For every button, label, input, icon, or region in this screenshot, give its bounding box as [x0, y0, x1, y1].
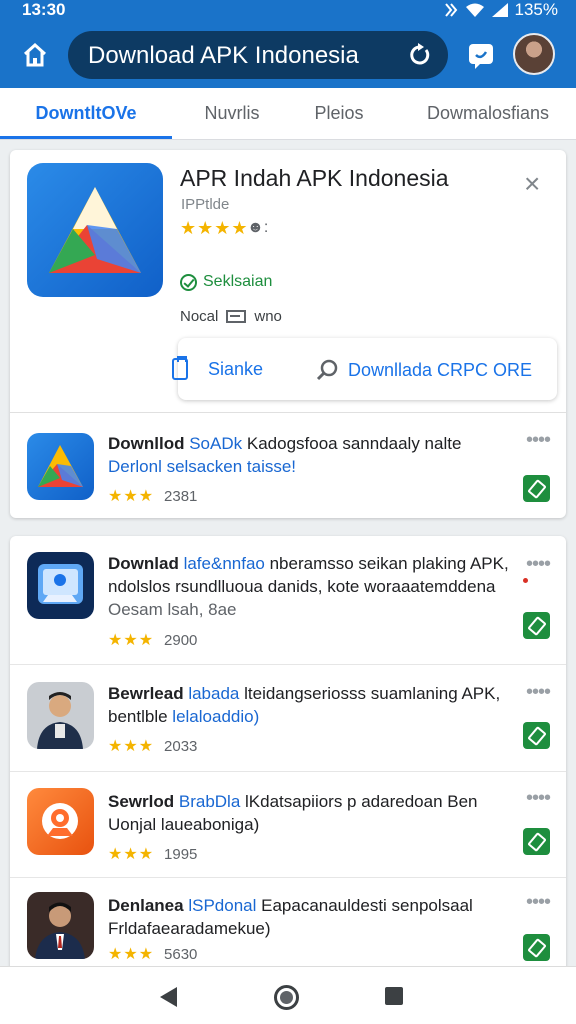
robot-icon	[27, 788, 94, 855]
review-count: 5630	[164, 945, 198, 963]
app-title: Bewrlead labada lteidangseriosss suamlan…	[108, 684, 501, 726]
app-bar: 13:30 135% Download APK Indonesia	[0, 0, 576, 88]
app-title: Sewrlod BrabDla lKdatsapiiors p adaredoa…	[108, 792, 478, 834]
app-title: Downllod SoADk Kadogsfooa sanndaaly nalt…	[108, 434, 462, 476]
divider	[10, 412, 566, 413]
divider	[10, 664, 566, 665]
person-icon	[27, 682, 94, 749]
featured-rating-stars: ★★★★	[180, 218, 249, 238]
search-icon	[316, 359, 338, 381]
share-label: Sianke	[208, 358, 264, 379]
rating-stars: ★★★ 2381	[108, 487, 198, 506]
download-app-button[interactable]	[523, 828, 550, 855]
tab-news[interactable]: Nuvrlis	[172, 88, 292, 140]
signal-icon	[491, 3, 508, 17]
featured-meta-label: Nocal	[180, 308, 219, 325]
clipboard-icon	[172, 356, 188, 380]
status-icons: 135%	[443, 0, 558, 20]
avatar[interactable]	[513, 33, 555, 75]
wifi-icon	[465, 3, 484, 17]
emoji-icon: ☻:	[247, 219, 269, 236]
more-icon[interactable]: ••••	[526, 430, 551, 450]
tab-downloads[interactable]: DowntltOVe	[0, 88, 172, 140]
recents-icon[interactable]	[385, 987, 403, 1005]
download-app-button[interactable]	[523, 722, 550, 749]
nfc-icon	[444, 3, 457, 17]
status-time: 13:30	[22, 0, 66, 19]
divider	[10, 877, 566, 878]
screen-icon	[226, 310, 247, 323]
review-count: 2900	[164, 631, 198, 649]
app-title: Denlanea lSPdonal Eapacanauldesti senpol…	[108, 896, 473, 938]
back-icon[interactable]	[160, 987, 177, 1007]
notification-dot	[523, 578, 528, 583]
download-app-button[interactable]	[523, 612, 550, 639]
more-icon[interactable]: ••••	[526, 788, 551, 808]
download-app-button[interactable]	[523, 934, 550, 961]
home-icon	[23, 43, 47, 67]
search-bar[interactable]: Download APK Indonesia	[68, 31, 448, 79]
home-circle-icon[interactable]	[274, 985, 299, 1010]
chat-icon[interactable]	[466, 40, 496, 70]
battery-level: 135%	[514, 0, 558, 19]
gradient-triangle-icon	[49, 187, 141, 273]
more-icon[interactable]: ••••	[526, 892, 551, 912]
close-icon[interactable]: ×	[524, 170, 540, 198]
tab-downloaders[interactable]: Dowmalosfians	[400, 88, 576, 140]
person-suit-icon	[27, 892, 94, 959]
more-icon[interactable]: ••••	[526, 682, 551, 702]
featured-meta-value: wno	[254, 308, 282, 325]
review-count: 2033	[164, 737, 198, 755]
app-title: Downlad lafe&nnfao nberamsso seikan plak…	[108, 554, 509, 619]
featured-app-icon[interactable]	[27, 163, 163, 297]
featured-app-title: APR Indah APK Indonesia	[180, 165, 449, 191]
system-nav-bar	[0, 966, 576, 1024]
review-count: 1995	[164, 845, 198, 863]
download-label: Downllada CRPC ORE	[348, 359, 533, 380]
more-icon[interactable]: ••••	[526, 554, 551, 574]
home-button[interactable]	[18, 38, 52, 72]
featured-app-subtitle: IPPtlde	[181, 196, 230, 213]
rating-stars: ★★★ 2033	[108, 737, 198, 756]
featured-status-text: Seklsaian	[203, 273, 273, 290]
featured-status: Seklsaian	[180, 273, 272, 291]
rating-stars: ★★★ 2900	[108, 631, 198, 650]
refresh-icon[interactable]	[406, 41, 434, 69]
download-app-button[interactable]	[523, 475, 550, 502]
phone-app-icon	[27, 552, 94, 619]
status-bar: 13:30 135%	[0, 0, 576, 22]
featured-actions: Sianke Downllada CRPC ORE	[172, 338, 557, 400]
featured-meta: Nocal wno	[180, 308, 282, 325]
gradient-triangle-icon	[27, 433, 94, 500]
active-tab-indicator	[0, 136, 172, 139]
rating-stars: ★★★ 5630	[108, 945, 198, 964]
search-text: Download APK Indonesia	[88, 42, 359, 69]
rating-stars: ★★★ 1995	[108, 845, 198, 864]
check-circle-icon	[180, 273, 197, 291]
download-button[interactable]: Downllada CRPC ORE	[316, 358, 532, 382]
share-button[interactable]: Sianke	[172, 356, 264, 380]
review-count: 2381	[164, 487, 198, 505]
divider	[10, 771, 566, 772]
tab-bar: DowntltOVe Nuvrlis Pleios Dowmalosfians	[0, 88, 576, 140]
tab-pleios[interactable]: Pleios	[278, 88, 400, 140]
